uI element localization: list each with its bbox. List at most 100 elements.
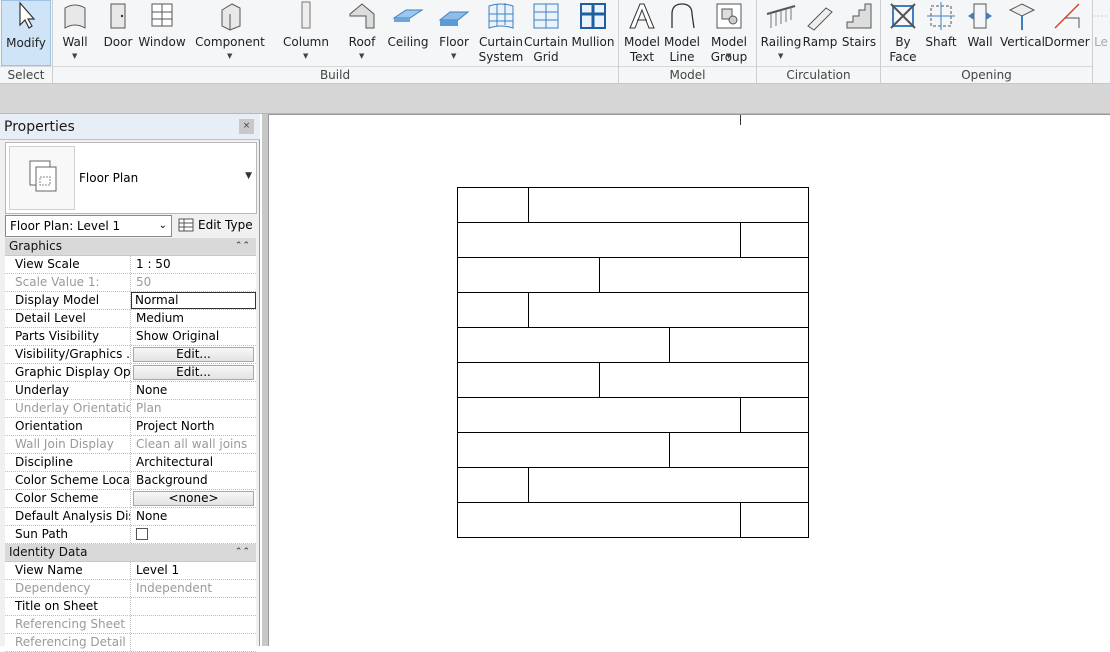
tool-door-button[interactable]: Door xyxy=(101,0,135,66)
property-value[interactable]: Architectural xyxy=(131,454,256,471)
property-row: Underlay None xyxy=(5,382,256,400)
property-row: Discipline Architectural xyxy=(5,454,256,472)
wall-course[interactable] xyxy=(457,187,809,223)
tool-modify-button[interactable]: Modify xyxy=(1,0,51,66)
tool-label: Window xyxy=(138,35,186,49)
tool-shaft-button[interactable]: Shaft xyxy=(922,0,960,66)
tool-stairs-button[interactable]: Stairs xyxy=(840,0,878,66)
course-joint xyxy=(740,503,741,537)
property-value[interactable]: Edit... xyxy=(131,364,256,381)
section-header-graphics[interactable]: Graphics ⌃⌃ xyxy=(5,238,256,256)
panel-divider xyxy=(52,0,53,84)
tool-label: Column xyxy=(283,35,329,49)
chevron-down-icon[interactable]: ▼ xyxy=(72,53,77,60)
panel-divider xyxy=(1092,0,1093,84)
property-value[interactable] xyxy=(131,598,256,615)
section-header-identity-data[interactable]: Identity Data ⌃⌃ xyxy=(5,544,256,562)
property-value[interactable]: 1 : 50 xyxy=(131,256,256,273)
collapse-icon[interactable]: ⌃⌃ xyxy=(235,544,250,561)
property-value[interactable]: Level 1 xyxy=(131,562,256,579)
wall-course[interactable] xyxy=(457,257,809,293)
property-value[interactable]: Edit... xyxy=(131,346,256,363)
tool-window-button[interactable]: Window xyxy=(138,0,186,66)
tool-model-line-button[interactable]: Model Line xyxy=(661,0,703,66)
close-icon[interactable]: × xyxy=(239,119,254,134)
tool-curtain-grid-button[interactable]: Curtain Grid xyxy=(524,0,568,66)
property-value[interactable]: <none> xyxy=(131,490,256,507)
chevron-down-icon[interactable]: ▼ xyxy=(451,53,456,60)
property-edit-button[interactable]: <none> xyxy=(133,491,254,506)
tool-ramp-button[interactable]: Ramp xyxy=(801,0,839,66)
type-name: Floor Plan xyxy=(79,171,139,185)
properties-title-bar: Properties × xyxy=(0,114,260,140)
property-value[interactable]: Show Original xyxy=(131,328,256,345)
chevron-down-icon[interactable]: ▼ xyxy=(359,53,364,60)
type-selector[interactable]: Floor Plan ▼ xyxy=(5,142,257,214)
property-row: Sun Path xyxy=(5,526,256,544)
tool-dormer-button[interactable]: Dormer xyxy=(1044,0,1090,66)
property-row: View Scale 1 : 50 xyxy=(5,256,256,274)
chevron-down-icon[interactable]: ▼ xyxy=(227,53,232,60)
course-joint xyxy=(599,258,600,292)
wall-course[interactable] xyxy=(457,397,809,433)
property-edit-button[interactable]: Edit... xyxy=(133,365,254,380)
sun-path-checkbox[interactable] xyxy=(136,528,148,540)
property-name: Title on Sheet xyxy=(5,598,131,615)
tool-label: Component xyxy=(195,35,265,49)
wall-course[interactable] xyxy=(457,502,809,538)
chevron-down-icon[interactable]: ▼ xyxy=(778,53,783,60)
wall-course[interactable] xyxy=(457,327,809,363)
property-value[interactable]: Normal xyxy=(131,292,256,309)
collapse-icon[interactable]: ⌃⌃ xyxy=(235,238,250,255)
tool-mullion-button[interactable]: Mullion xyxy=(569,0,617,66)
tool-wall-opening-button[interactable]: Wall xyxy=(962,0,998,66)
tool-label: Model Line xyxy=(663,35,701,64)
wall-course[interactable] xyxy=(457,432,809,468)
property-value: Plan xyxy=(136,401,162,415)
wall-icon xyxy=(57,0,93,32)
edit-type-button[interactable]: Edit Type xyxy=(178,215,256,237)
wall-course[interactable] xyxy=(457,292,809,328)
instance-selector[interactable]: Floor Plan: Level 1 ⌄ xyxy=(5,215,172,237)
course-joint xyxy=(669,328,670,362)
tool-model-group-button[interactable]: Model Group ▼ xyxy=(706,0,752,66)
property-value[interactable]: None xyxy=(131,508,256,525)
property-value[interactable] xyxy=(131,526,256,543)
drawing-area[interactable] xyxy=(268,114,1110,646)
tool-ceiling-button[interactable]: Ceiling xyxy=(386,0,430,66)
tool-label: Model Text xyxy=(623,35,661,64)
tool-by-face-button[interactable]: By Face xyxy=(884,0,922,66)
tool-label: Door xyxy=(103,35,133,49)
chevron-down-icon[interactable]: ▼ xyxy=(726,53,731,60)
property-value[interactable]: Background xyxy=(131,472,256,489)
tool-component-button[interactable]: Component ▼ xyxy=(195,0,265,66)
tool-wall-button[interactable]: Wall ▼ xyxy=(57,0,93,66)
chevron-down-icon[interactable]: ▼ xyxy=(245,171,252,181)
property-value[interactable]: Project North xyxy=(131,418,256,435)
tool-floor-button[interactable]: Floor ▼ xyxy=(434,0,474,66)
property-value[interactable]: Medium xyxy=(131,310,256,327)
property-value[interactable]: None xyxy=(131,382,256,399)
tool-label: Curtain System xyxy=(478,35,524,64)
tool-roof-button[interactable]: Roof ▼ xyxy=(342,0,382,66)
wall-course[interactable] xyxy=(457,222,809,258)
course-joint xyxy=(528,468,529,502)
wall-course[interactable] xyxy=(457,467,809,503)
tool-curtain-system-button[interactable]: Curtain System xyxy=(476,0,526,66)
tool-vertical-button[interactable]: Vertical xyxy=(1000,0,1045,66)
property-name: Discipline xyxy=(5,454,131,471)
property-row: Wall Join Display Clean all wall joins xyxy=(5,436,256,454)
tool-column-button[interactable]: Column ▼ xyxy=(282,0,330,66)
floor-plan-drawing[interactable] xyxy=(457,187,809,538)
section-title: Graphics xyxy=(9,239,62,253)
chevron-down-icon[interactable]: ⌄ xyxy=(159,216,167,236)
course-joint xyxy=(740,398,741,432)
tool-railing-button[interactable]: Railing ▼ xyxy=(759,0,803,66)
property-edit-button[interactable]: Edit... xyxy=(133,347,254,362)
wall-course[interactable] xyxy=(457,362,809,398)
tool-model-text-button[interactable]: Model Text xyxy=(621,0,663,66)
section-title: Identity Data xyxy=(9,545,88,559)
tool-label: Curtain Grid xyxy=(524,35,568,64)
chevron-down-icon[interactable]: ▼ xyxy=(303,53,308,60)
tool-level-partial-button[interactable]: Le xyxy=(1092,0,1110,66)
